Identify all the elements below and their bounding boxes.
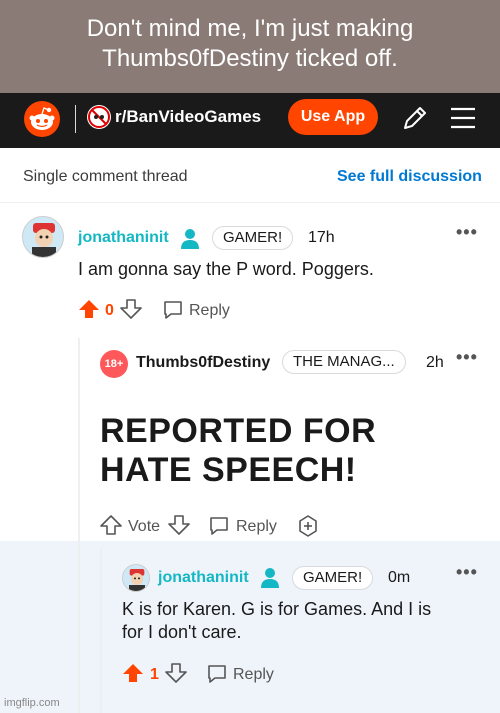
user-flair: GAMER! [212, 226, 294, 250]
avatar[interactable] [122, 564, 150, 592]
nested-reply-background [0, 541, 500, 713]
more-options-icon[interactable]: ••• [456, 347, 478, 368]
use-app-button[interactable]: Use App [288, 99, 378, 135]
upvote-icon[interactable] [122, 662, 144, 684]
vote-label: Vote [128, 518, 161, 535]
reddit-logo-icon[interactable] [24, 101, 60, 137]
comment-body-line: for I don't care. [122, 622, 242, 642]
nsfw-badge-icon: 18+ [100, 350, 128, 378]
award-icon[interactable] [296, 514, 320, 538]
top-navbar: r/BanVideoGames Use App [0, 93, 500, 148]
comment-username[interactable]: jonathaninit [78, 229, 169, 247]
reply-icon[interactable] [206, 663, 228, 685]
avatar[interactable] [22, 216, 64, 258]
upvote-icon[interactable] [78, 298, 100, 320]
comment-body-line: REPORTED FOR [100, 412, 377, 450]
subreddit-icon [87, 105, 111, 129]
reply-button[interactable]: Reply [236, 518, 277, 536]
reply-button[interactable]: Reply [233, 666, 274, 684]
see-full-discussion-link[interactable]: See full discussion [337, 168, 482, 186]
upvote-icon[interactable] [100, 514, 122, 536]
comment-body-line: HATE SPEECH! [100, 451, 357, 489]
downvote-icon[interactable] [165, 662, 187, 684]
comment-timestamp: 2h [426, 354, 444, 371]
comment-body: I am gonna say the P word. Poggers. [78, 259, 374, 279]
divider [75, 105, 76, 133]
comment-timestamp: 0m [388, 569, 411, 586]
thread-line[interactable] [78, 338, 80, 548]
downvote-icon[interactable] [120, 298, 142, 320]
user-icon [181, 229, 199, 249]
reply-icon[interactable] [208, 515, 230, 537]
vote-score: 1 [150, 666, 159, 683]
reply-button[interactable]: Reply [189, 302, 230, 320]
menu-icon[interactable] [448, 103, 478, 133]
user-flair: GAMER! [292, 566, 374, 590]
meme-caption: Don't mind me, I'm just making Thumbs0fD… [0, 0, 500, 93]
comment-body-line: K is for Karen. G is for Games. And I is [122, 599, 432, 619]
pencil-icon[interactable] [400, 103, 430, 133]
thread-header: Single comment thread See full discussio… [0, 148, 500, 203]
comment-username[interactable]: Thumbs0fDestiny [136, 354, 270, 372]
user-flair: THE MANAG... [282, 350, 406, 374]
user-icon [261, 568, 279, 588]
downvote-icon[interactable] [168, 514, 190, 536]
vote-score: 0 [105, 302, 114, 319]
watermark: imgflip.com [4, 697, 60, 709]
more-options-icon[interactable]: ••• [456, 222, 478, 243]
subreddit-name[interactable]: r/BanVideoGames [115, 107, 261, 127]
thread-title: Single comment thread [23, 168, 188, 185]
reply-icon[interactable] [162, 299, 184, 321]
thread-line[interactable] [78, 541, 80, 713]
thread-line[interactable] [100, 548, 102, 713]
comment-timestamp: 17h [308, 229, 335, 246]
more-options-icon[interactable]: ••• [456, 562, 478, 583]
comment-username[interactable]: jonathaninit [158, 569, 249, 587]
